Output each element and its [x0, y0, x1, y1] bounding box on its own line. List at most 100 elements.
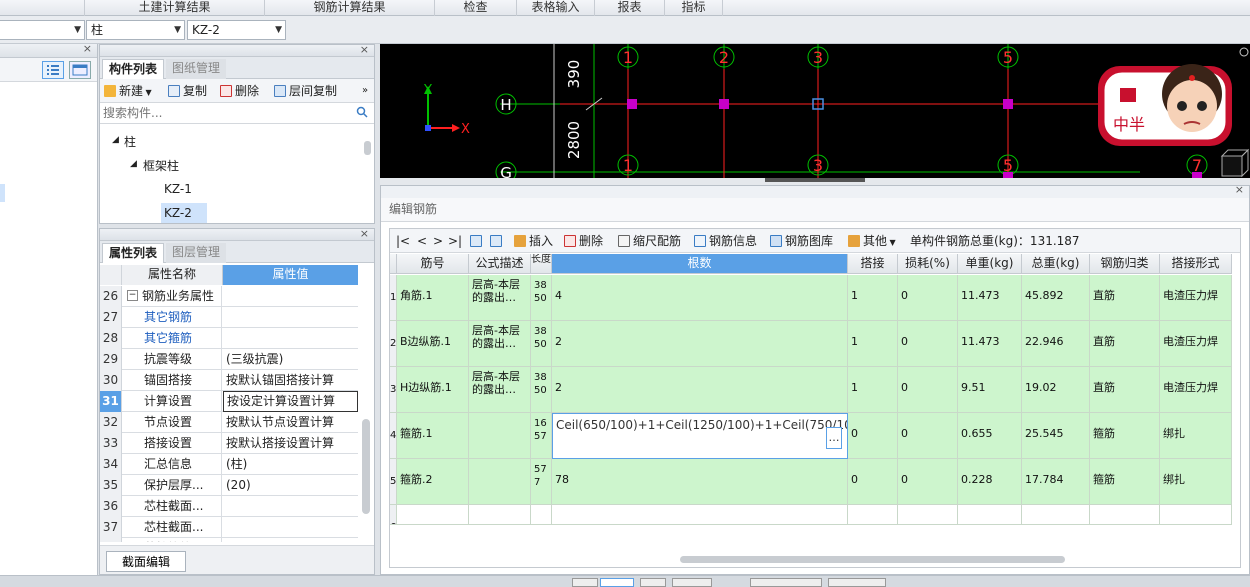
rebar-cell-count[interactable]: 2 — [552, 367, 848, 413]
rebar-cell-unit-weight[interactable] — [958, 505, 1022, 525]
view-cube-icon[interactable] — [1220, 148, 1250, 178]
rebar-cell-total-weight[interactable]: 19.02 — [1022, 367, 1090, 413]
splitter-grip[interactable] — [765, 178, 865, 182]
status-button[interactable] — [672, 578, 712, 587]
property-value[interactable]: 按默认节点设置计算 — [223, 412, 358, 433]
nav-prev-button[interactable]: < — [417, 233, 427, 250]
rebar-cell-length[interactable]: 577 — [531, 459, 552, 505]
status-button[interactable] — [572, 578, 598, 587]
property-value[interactable]: 按默认锚固搭接计算 — [223, 370, 358, 391]
rebar-cell-formula[interactable]: 层高-本层的露出… — [469, 275, 531, 321]
rebar-cell-formula[interactable] — [469, 505, 531, 525]
menu-indicator[interactable]: 指标 — [665, 0, 723, 16]
column-marker[interactable] — [1003, 99, 1013, 109]
search-icon[interactable] — [356, 106, 368, 121]
rebar-cell-category[interactable]: 直筋 — [1090, 275, 1160, 321]
insert-button[interactable]: 插入 — [514, 233, 553, 250]
close-icon[interactable]: × — [360, 227, 369, 240]
floor-combo[interactable]: ▼ — [0, 20, 85, 40]
rebar-cell-category[interactable]: 箍筋 — [1090, 459, 1160, 505]
tab-layer-management[interactable]: 图层管理 — [166, 243, 227, 263]
rebar-cell-lap[interactable]: 0 — [848, 413, 898, 459]
rebar-cell-total-weight[interactable] — [1022, 505, 1090, 525]
property-value[interactable]: 按默认搭接设置计算 — [223, 433, 358, 454]
rebar-cell-formula[interactable] — [469, 413, 531, 459]
tab-component-list[interactable]: 构件列表 — [102, 59, 165, 79]
column-header[interactable]: 搭接形式 — [1160, 254, 1232, 274]
rebar-cell-length[interactable]: 1657 — [531, 413, 552, 459]
close-icon[interactable]: × — [83, 42, 92, 55]
property-value[interactable] — [223, 538, 358, 542]
column-header[interactable]: 长度 — [531, 254, 552, 274]
property-value[interactable]: (20) — [223, 475, 358, 496]
scale-rebar-button[interactable]: 缩尺配筋 — [618, 233, 681, 250]
rebar-cell-total-weight[interactable]: 22.946 — [1022, 321, 1090, 367]
rebar-cell-length[interactable]: 3850 — [531, 321, 552, 367]
rebar-cell-loss[interactable]: 0 — [898, 367, 958, 413]
property-value[interactable] — [223, 517, 358, 538]
more-icon[interactable]: » — [362, 83, 368, 100]
rebar-cell-unit-weight[interactable]: 0.228 — [958, 459, 1022, 505]
rebar-cell-lap-type[interactable]: 电渣压力焊 — [1160, 275, 1232, 321]
component-combo[interactable]: KZ-2 ▼ — [187, 20, 286, 40]
column-marker[interactable] — [719, 99, 729, 109]
close-icon[interactable]: × — [1235, 183, 1244, 196]
rebar-cell-lap[interactable]: 0 — [848, 459, 898, 505]
expand-icon[interactable]: ◢ — [130, 159, 137, 169]
property-value[interactable]: 按设定计算设置计算 — [223, 391, 358, 412]
tab-drawing-management[interactable]: 图纸管理 — [166, 59, 227, 79]
tab-property-list[interactable]: 属性列表 — [102, 243, 165, 263]
assistant-badge[interactable]: 中半 — [1098, 64, 1232, 146]
rebar-cell-unit-weight[interactable]: 11.473 — [958, 321, 1022, 367]
property-value[interactable] — [223, 286, 358, 307]
rebar-cell-length[interactable] — [531, 505, 552, 525]
rebar-cell-loss[interactable]: 0 — [898, 413, 958, 459]
rebar-cell-loss[interactable]: 0 — [898, 459, 958, 505]
other-button[interactable]: 其他 ▼ — [848, 233, 896, 250]
rebar-cell-category[interactable] — [1090, 505, 1160, 525]
rebar-cell-name[interactable]: H边纵筋.1 — [397, 367, 469, 413]
rebar-cell-name[interactable]: 箍筋.2 — [397, 459, 469, 505]
tree-scrollbar[interactable] — [364, 141, 371, 155]
tree-group-frame-column[interactable]: 框架柱 — [143, 157, 179, 174]
rebar-cell-lap-type[interactable] — [1160, 505, 1232, 525]
menu-check[interactable]: 检查 — [435, 0, 517, 16]
column-header[interactable]: 根数 — [552, 254, 848, 274]
column-header[interactable]: 公式描述 — [469, 254, 531, 274]
rebar-cell-lap[interactable] — [848, 505, 898, 525]
status-button[interactable] — [828, 578, 886, 587]
menu-table-input[interactable]: 表格输入 — [517, 0, 595, 16]
rebar-cell-lap[interactable]: 1 — [848, 367, 898, 413]
property-value[interactable]: (柱) — [223, 454, 358, 475]
cad-drawing-view[interactable]: 1 2 3 5 1 3 5 7 H G 390 2800 Y X 中半 — [380, 44, 1250, 178]
property-row[interactable]: 28 其它箍筋 — [100, 328, 358, 349]
rebar-info-button[interactable]: 钢筋信息 — [694, 233, 757, 250]
tree-item-kz1[interactable]: KZ-1 — [164, 182, 192, 196]
property-value[interactable] — [223, 496, 358, 517]
rebar-cell-unit-weight[interactable]: 9.51 — [958, 367, 1022, 413]
rebar-cell-lap[interactable]: 1 — [848, 275, 898, 321]
rebar-horizontal-scrollbar[interactable] — [680, 556, 1065, 563]
zoom-icon[interactable] — [1239, 47, 1249, 57]
property-row[interactable]: 26 钢筋业务属性 − — [100, 286, 358, 307]
property-row[interactable]: 34 汇总信息 (柱) — [100, 454, 358, 475]
property-row[interactable]: 30 锚固搭接 按默认锚固搭接计算 — [100, 370, 358, 391]
column-header[interactable]: 总重(kg) — [1022, 254, 1090, 274]
status-button-active[interactable] — [600, 578, 634, 587]
menu-civil-results[interactable]: 土建计算结果 — [85, 0, 265, 16]
property-row[interactable]: 35 保护层厚... (20) — [100, 475, 358, 496]
rebar-cell-loss[interactable] — [898, 505, 958, 525]
nav-last-button[interactable]: >| — [448, 233, 462, 250]
copy-between-floors-button[interactable]: 层间复制 — [274, 83, 337, 100]
rebar-cell-lap-type[interactable]: 电渣压力焊 — [1160, 367, 1232, 413]
property-row[interactable]: 27 其它钢筋 — [100, 307, 358, 328]
rebar-cell-total-weight[interactable]: 45.892 — [1022, 275, 1090, 321]
property-value[interactable]: (三级抗震) — [223, 349, 358, 370]
property-row[interactable]: 32 节点设置 按默认节点设置计算 — [100, 412, 358, 433]
rebar-cell-total-weight[interactable]: 17.784 — [1022, 459, 1090, 505]
tree-item-kz2[interactable]: KZ-2 — [161, 203, 207, 223]
new-button[interactable]: 新建 ▼ — [104, 83, 152, 100]
rebar-cell-category[interactable]: 直筋 — [1090, 321, 1160, 367]
rebar-cell-count[interactable] — [552, 505, 848, 525]
rebar-library-button[interactable]: 钢筋图库 — [770, 233, 833, 250]
